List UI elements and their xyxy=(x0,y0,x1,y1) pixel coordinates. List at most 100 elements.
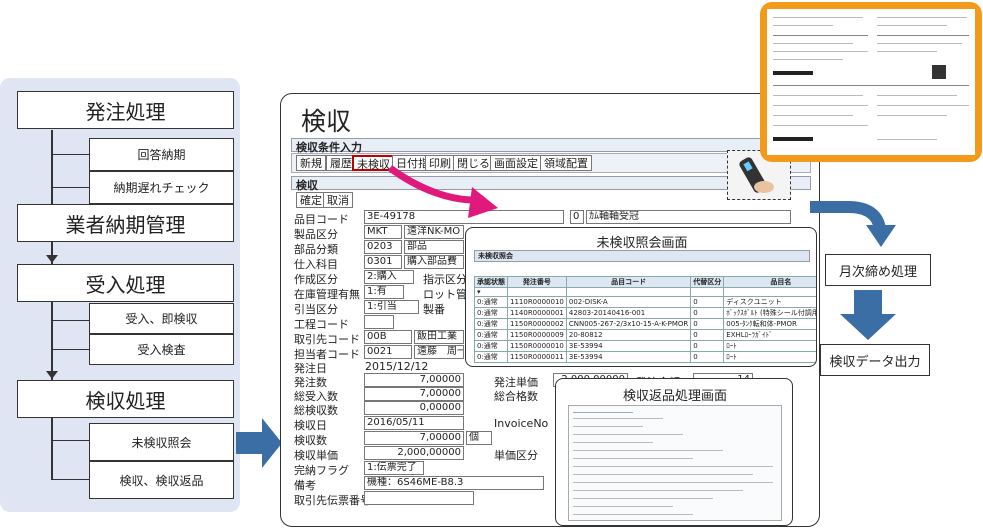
col-header: 品目名 xyxy=(723,276,816,288)
sub-kenshu-henpin[interactable]: 検収、検収返品 xyxy=(89,461,234,499)
hinmoku-label: 品目コード xyxy=(294,213,349,226)
table-cell: 0:通常 xyxy=(474,296,508,308)
hikiate-select[interactable]: 1:引当 xyxy=(364,300,419,314)
zaiko-select[interactable]: 1:有 xyxy=(364,285,404,299)
table-row[interactable]: 0:通常 1140R0000001 42803-20140416-001 0 ﾎﾞｯｸｽ… xyxy=(474,307,816,319)
tanto-name-field: 遠藤 周一 xyxy=(414,345,464,359)
hacchubi-value: 2015/12/12 xyxy=(365,360,429,373)
biko-field[interactable]: 機種：6S46ME-B8.3 xyxy=(364,476,544,490)
kenshubi-field[interactable]: 2016/05/11 xyxy=(364,416,464,430)
table-cell: 0:通常 xyxy=(474,340,508,352)
monthly-close-box[interactable]: 月次締め処理 xyxy=(825,254,931,286)
sakusei-label: 作成区分 xyxy=(294,273,338,286)
confirm-button[interactable]: 確定 xyxy=(296,192,326,208)
henpin-popup: 検収返品処理画面 xyxy=(555,378,793,526)
table-cell: 002-DISK-A xyxy=(565,296,692,308)
sub-noki-okure[interactable]: 納期遅れチェック xyxy=(89,171,234,204)
kenshusu-unit: 個 xyxy=(466,431,492,445)
cancel-button[interactable]: 取消 xyxy=(323,192,353,208)
hacchusu-field: 7,00000 xyxy=(364,373,464,387)
table-cell: ﾎﾞｯｸｽﾎﾞﾙﾄ (特殊シール付調用材料) xyxy=(723,307,816,319)
mikenshu-popup: 未検収照会画面 未検収照会 承認状態 発注番号 品目コード 代替区分 品目名 ▾… xyxy=(465,227,817,367)
step-kenshu[interactable]: 検収処理 xyxy=(17,380,234,418)
table-cell: 1150R0000011 xyxy=(507,351,567,363)
col-header: 承認状態 xyxy=(474,276,508,288)
mikenshu-table: 承認状態 発注番号 品目コード 代替区分 品目名 ▾ 0:通常 1110R0000… xyxy=(474,276,816,363)
table-cell: 005-ﾀﾝｸ転和体-PMOR xyxy=(723,318,816,330)
table-cell: 0 xyxy=(690,329,725,341)
col-header: 代替区分 xyxy=(690,276,725,288)
table-cell: ﾛｰﾄ xyxy=(723,351,816,363)
soukenshu-field: 0,00000 xyxy=(364,401,464,415)
kotei-field[interactable] xyxy=(364,315,394,329)
sub-ukeire-sokukenshu[interactable]: 受入、即検収 xyxy=(89,303,234,334)
hikiate-label: 引当区分 xyxy=(294,303,338,316)
data-output-box[interactable]: 検収データ出力 xyxy=(820,344,930,376)
col-header: 発注番号 xyxy=(507,276,567,288)
table-cell: 0:通常 xyxy=(474,318,508,330)
table-cell: 3E-53994 xyxy=(565,340,692,352)
table-row[interactable]: 0:通常 1110R0000010 002-DISK-A 0 ディスクユニット xyxy=(474,296,816,308)
soukeiju-field: 7,00000 xyxy=(364,387,464,401)
shiire-name-field: 購入部品費 xyxy=(404,255,464,269)
table-cell: 1150R0000009 xyxy=(507,329,567,341)
buhin-code-field[interactable]: 0203 xyxy=(364,240,402,254)
seizo-label: 製番 xyxy=(423,303,445,316)
new-button[interactable]: 新規 xyxy=(296,155,326,171)
table-cell: 0:通常 xyxy=(474,351,508,363)
sakusei-select[interactable]: 2:購入 xyxy=(364,270,414,284)
step-hacchu[interactable]: 発注処理 xyxy=(17,91,234,129)
hinmoku-rev-field[interactable]: 0 xyxy=(570,210,584,224)
shiire-code-field[interactable]: 0301 xyxy=(364,255,402,269)
table-row[interactable]: 0:通常 1150R0000002 CNN005-267-2/3x10-15-A-K… xyxy=(474,318,816,330)
zaiko-label: 在庫管理有無 xyxy=(294,288,360,301)
flow-connector xyxy=(51,130,53,378)
document-image xyxy=(760,2,982,162)
table-cell: 0 xyxy=(690,318,725,330)
kenshubi-label: 検収日 xyxy=(294,419,327,432)
arrow-down-icon xyxy=(46,371,58,379)
invoice-label: InvoiceNo xyxy=(494,417,549,430)
popup1-header: 未検収照会 xyxy=(474,250,810,262)
step-gyosha-noki[interactable]: 業者納期管理 xyxy=(17,204,234,242)
sub-kaito-noki[interactable]: 回答納期 xyxy=(89,138,234,171)
table-cell: 42803-20140416-001 xyxy=(565,307,692,319)
table-row[interactable]: 0:通常 1150R0000011 3E-53994 0 ﾛｰﾄ xyxy=(474,351,816,363)
page-title: 検収 xyxy=(301,107,352,136)
table-cell: 1150R0000002 xyxy=(507,318,567,330)
buhin-label: 部品分類 xyxy=(294,243,338,256)
kannou-select[interactable]: 1:伝票完了 xyxy=(364,461,424,475)
torihiki-code-field[interactable]: 00B xyxy=(364,330,412,344)
table-cell: 1150R0000010 xyxy=(507,340,567,352)
table-cell: 1110R0000010 xyxy=(507,296,567,308)
table-cell: 0 xyxy=(690,296,725,308)
table-cell: 20-80812 xyxy=(565,329,692,341)
denpyo-field[interactable] xyxy=(364,491,474,505)
table-cell: 0 xyxy=(690,351,725,363)
sub-mikenshu-shokai[interactable]: 未検収照会 xyxy=(89,423,234,461)
arrow-right-icon xyxy=(236,418,282,468)
sougou-label: 総合格数 xyxy=(494,390,538,403)
table-cell: EXHLﾛｰﾗｶﾞｲﾄﾞ xyxy=(723,329,816,341)
kenshusu-field[interactable]: 7,00000 xyxy=(364,431,464,445)
torihiki-name-field: 飯田工業 xyxy=(414,330,464,344)
kenshutanka-field[interactable]: 2,000,00000 xyxy=(364,446,464,460)
torihiki-label: 取引先コード xyxy=(294,333,360,346)
table-row[interactable]: 0:通常 1150R0000009 20-80812 0 EXHLﾛｰﾗｶﾞｲﾄﾞ xyxy=(474,329,816,341)
table-cell: 0:通常 xyxy=(474,329,508,341)
denpyo-label: 取引先伝票番号 xyxy=(294,494,371,507)
kenshutanka-label: 検収単価 xyxy=(294,449,338,462)
table-cell: 3E-53994 xyxy=(565,351,692,363)
table-cell: 0:通常 xyxy=(474,307,508,319)
step-ukeire[interactable]: 受入処理 xyxy=(17,264,234,302)
table-cell: 1140R0000001 xyxy=(507,307,567,319)
filter-select[interactable]: ▾ xyxy=(474,287,508,297)
sub-ukeire-kensa[interactable]: 受入検査 xyxy=(89,334,234,365)
layout-button[interactable]: 領域配置 xyxy=(540,155,592,171)
table-cell: CNN005-267-2/3x10-15-A-K-PMOR xyxy=(565,318,692,330)
seihin-label: 製品区分 xyxy=(294,228,338,241)
table-row[interactable]: 0:通常 1150R0000010 3E-53994 0 ﾛｰﾄ xyxy=(474,340,816,352)
biko-label: 備考 xyxy=(294,479,316,492)
tanto-code-field[interactable]: 0021 xyxy=(364,345,412,359)
hinmoku-name-field: ｶﾑ軸軸受冠 xyxy=(586,210,791,224)
